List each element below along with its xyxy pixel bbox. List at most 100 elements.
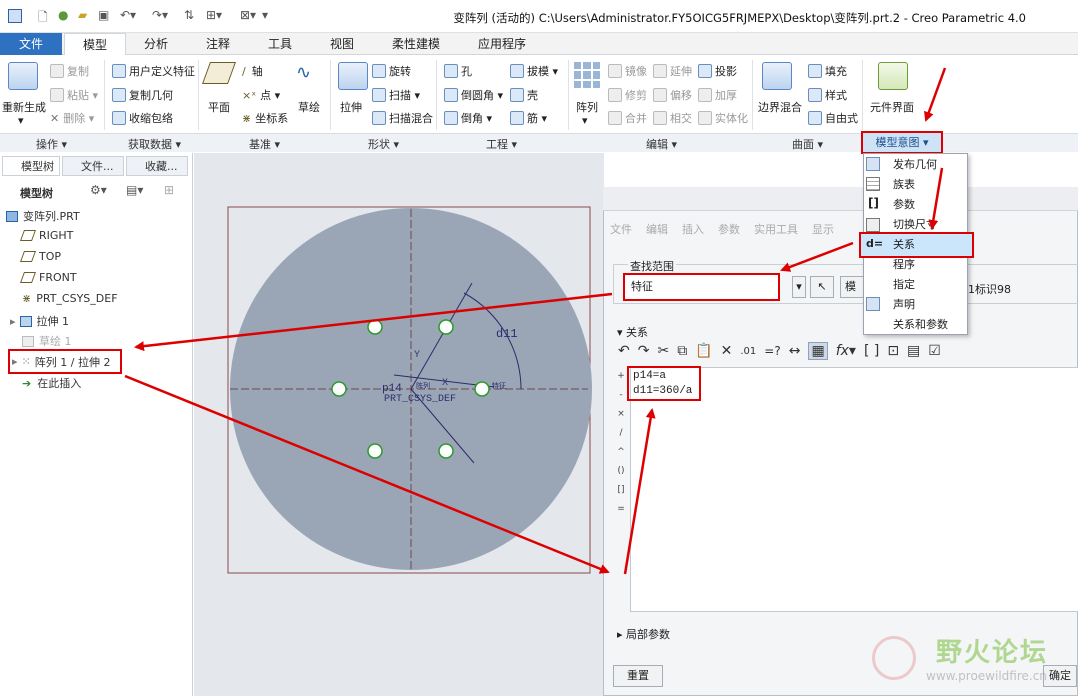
copy-geometry-button[interactable]: 复制几何 [112,87,173,103]
dialog-menu-edit[interactable]: 编辑 [646,221,668,237]
sort-icon[interactable]: ▤ [907,343,920,359]
tab-model-tree[interactable]: 模型树 [2,156,60,176]
function-icon[interactable]: fx▾ [836,343,856,359]
group-surface[interactable]: 曲面 ▾ [792,136,823,152]
params-icon[interactable]: ⊡ [887,343,899,359]
menu-item-publish-geometry[interactable]: 发布几何 [868,156,964,174]
local-params-section[interactable]: ▸ 局部参数 [617,626,670,642]
folder-icon[interactable]: ▰ [78,8,87,22]
boundary-blend-button[interactable]: 边界混合 [758,99,802,115]
tree-item-right[interactable]: RIGHT [19,229,73,242]
save-icon[interactable]: ▣ [98,8,109,22]
cut-icon[interactable]: ✂ [657,343,669,359]
regen-small-icon[interactable]: ⇅ [184,8,194,22]
group-edit[interactable]: 编辑 ▾ [646,136,677,152]
tab-analysis[interactable]: 分析 [128,33,184,55]
numbers-icon[interactable]: .01 [740,346,756,357]
tab-file-browser[interactable]: 文件... [62,156,124,176]
group-operations[interactable]: 操作 ▾ [36,136,67,152]
pattern-dropdown[interactable]: ▾ [582,114,588,127]
mirror-button[interactable]: 镜像 [608,63,647,79]
tree-item-insert-here[interactable]: ➔ 在此插入 [22,375,81,391]
style-button[interactable]: 样式 [808,87,847,103]
dialog-menu-display[interactable]: 显示 [812,221,834,237]
op-multiply[interactable]: × [613,405,629,424]
window-icon[interactable]: ⊞▾ [206,8,222,22]
op-parentheses[interactable]: () [613,462,629,481]
copy-button[interactable]: 复制 [50,63,89,79]
shrinkwrap-button[interactable]: 收缩包络 [112,110,173,126]
relation-line[interactable]: d11=360/a [633,384,695,399]
tree-item-csys[interactable]: ⋇ PRT_CSYS_DEF [22,292,118,305]
customize-icon[interactable]: ▾ [262,8,268,22]
model-select-button[interactable]: 模型 [840,276,864,298]
dialog-menu-params[interactable]: 参数 [718,221,740,237]
paste-icon[interactable]: 📋 [695,343,712,359]
tab-view[interactable]: 视图 [314,33,370,55]
dialog-menu-utilities[interactable]: 实用工具 [754,221,798,237]
sweep-button[interactable]: 扫描 ▾ [372,87,420,103]
menu-item-relations-params[interactable]: 关系和参数 [868,316,964,334]
shell-button[interactable]: 壳 [510,87,538,103]
relations-section[interactable]: ▾ 关系 [617,324,648,340]
project-button[interactable]: 投影 [698,63,737,79]
app-icon[interactable] [8,9,22,23]
tab-applications[interactable]: 应用程序 [462,33,542,55]
group-engineering[interactable]: 工程 ▾ [486,136,517,152]
udf-button[interactable]: 用户定义特征 [112,63,195,79]
csys-button[interactable]: ⋇ 坐标系 [242,110,288,126]
point-button[interactable]: ×ˣ 点 ▾ [242,87,280,103]
chamfer-button[interactable]: 倒角 ▾ [444,110,492,126]
draft-button[interactable]: 拔模 ▾ [510,63,558,79]
menu-item-relations[interactable]: 关系 [868,236,964,254]
intersect-button[interactable]: 相交 [653,110,692,126]
tab-annotate[interactable]: 注释 [190,33,246,55]
tab-file[interactable]: 文件 [0,33,62,55]
dialog-menu-insert[interactable]: 插入 [682,221,704,237]
tree-item-front[interactable]: FRONT [19,271,77,284]
open-icon[interactable]: ● [58,8,68,22]
redo-icon[interactable]: ↷▾ [152,8,168,22]
relations-lines[interactable]: p14=a d11=360/a [627,366,701,401]
regenerate-button[interactable]: 重新生成 [2,99,46,115]
extrude-button[interactable]: 拉伸 [340,99,362,115]
group-model-intent[interactable]: 模型意图 ▾ [861,131,943,154]
menu-item-designate[interactable]: 指定 [868,276,964,294]
pattern-icon[interactable] [574,62,600,88]
component-interface-button[interactable]: 元件界面 [870,99,914,115]
menu-item-parameters[interactable]: 参数 [868,196,964,214]
sketch-icon[interactable]: ∿ [296,62,311,83]
op-equals[interactable]: = [613,500,629,519]
solidify-button[interactable]: 实体化 [698,110,748,126]
model-viewport[interactable]: d11 p14 阵列 特征 PRT_CSYS_DEF Y X [194,153,604,696]
undo-icon[interactable]: ↶▾ [120,8,136,22]
verify-icon[interactable]: =? [764,344,780,358]
tab-favorites[interactable]: 收藏... [126,156,188,176]
regenerate-icon[interactable] [8,62,38,90]
undo-icon[interactable]: ↶ [618,343,630,359]
tree-item-extrude1[interactable]: ▸ 拉伸 1 [10,313,69,329]
close-window-icon[interactable]: ⊠▾ [240,8,256,22]
swept-blend-button[interactable]: 扫描混合 [372,110,433,126]
scope-dropdown-arrow[interactable]: ▾ [792,276,806,298]
delete-button[interactable]: ✕ 删除 ▾ [50,110,94,126]
group-shape[interactable]: 形状 ▾ [368,136,399,152]
tree-filter-icon[interactable]: ▤▾ [126,183,143,197]
reset-button[interactable]: 重置 [613,665,663,687]
boundary-blend-icon[interactable] [762,62,792,90]
rib-button[interactable]: 筋 ▾ [510,110,547,126]
tab-flexible-modeling[interactable]: 柔性建模 [376,33,456,55]
extrude-icon[interactable] [338,62,368,90]
round-button[interactable]: 倒圆角 ▾ [444,87,503,103]
tree-columns-icon[interactable]: ⊞ [164,183,174,197]
properties-icon[interactable]: ▦ [808,342,828,360]
tree-item-root[interactable]: 变阵列.PRT [6,208,80,224]
menu-item-declare[interactable]: 声明 [868,296,964,314]
delete-icon[interactable]: ✕ [721,343,733,359]
revolve-button[interactable]: 旋转 [372,63,411,79]
hole-button[interactable]: 孔 [444,63,472,79]
copy-icon[interactable]: ⧉ [677,343,687,359]
tab-model[interactable]: 模型 [64,33,126,56]
tree-item-sketch1[interactable]: 草绘 1 [22,333,72,349]
paste-button[interactable]: 粘贴 ▾ [50,87,98,103]
